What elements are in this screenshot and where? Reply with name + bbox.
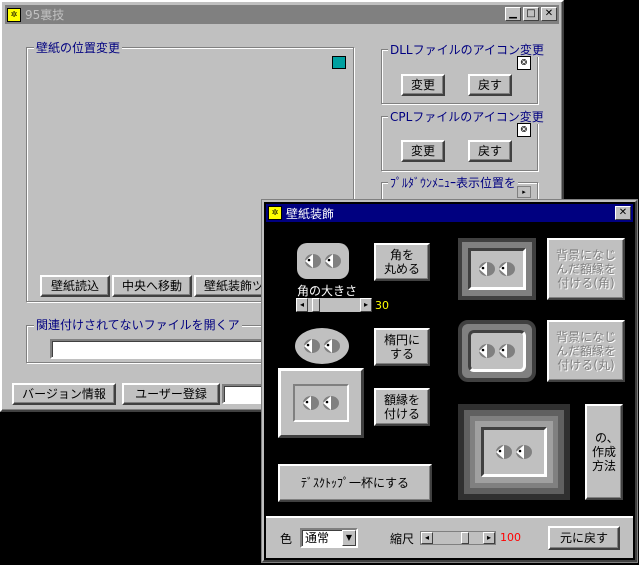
dll-back-button[interactable]: 戻す [468, 74, 512, 96]
corner-size-label: 角の大きさ [297, 284, 358, 298]
fish-icon [479, 344, 495, 358]
fish-icon [499, 262, 515, 276]
bg-frame-round-button[interactable]: 背景になじ んだ額縁を 付ける(丸) [547, 320, 625, 382]
round-corner-preview [297, 243, 349, 279]
fish-icon [499, 344, 515, 358]
chevron-down-icon[interactable]: ▼ [342, 530, 356, 546]
frame-preview [278, 368, 364, 438]
oval-preview [295, 328, 349, 364]
reset-button[interactable]: 元に戻す [548, 526, 620, 550]
oval-button[interactable]: 楕円に する [374, 328, 430, 366]
howto-button[interactable]: の､ 作成 方法 [585, 404, 623, 500]
scale-label: 縮尺 [390, 532, 415, 546]
decor-close-icon[interactable]: ✕ [615, 206, 631, 220]
main-title: 95裏技 [25, 8, 65, 22]
cpl-change-button[interactable]: 変更 [401, 140, 445, 162]
dll-group-label: DLLファイルのアイコン変更 [388, 43, 547, 57]
dll-change-button[interactable]: 変更 [401, 74, 445, 96]
app-icon: ✲ [7, 7, 21, 22]
fish-icon [516, 445, 532, 459]
scale-slider[interactable]: ◂ ▸ [420, 531, 496, 545]
bg-frame-round-preview [458, 320, 536, 382]
decor-toolbar: 色 通常 ▼ 縮尺 ◂ ▸ 100 元に戻す [266, 516, 633, 558]
desktop-fill-button[interactable]: ﾃﾞｽｸﾄｯﾌﾟ一杯にする [278, 464, 432, 502]
scale-right-arrow-icon[interactable]: ▸ [483, 532, 495, 544]
slider-thumb[interactable] [312, 298, 320, 312]
pulldown-spin-icon[interactable]: ▸ [517, 186, 531, 198]
color-select[interactable]: 通常 ▼ [300, 528, 358, 548]
cpl-file-icon[interactable]: ❂ [517, 123, 531, 137]
fish-icon [479, 262, 495, 276]
decor-app-icon: ✲ [268, 206, 282, 220]
bg-frame-corner-inner [468, 248, 526, 290]
fish-icon [304, 339, 320, 353]
round-corner-button[interactable]: 角を 丸める [374, 243, 430, 281]
bg-frame-corner-button[interactable]: 背景になじ んだ額縁を 付ける(角) [547, 238, 625, 300]
bg-frame-large-mid [470, 416, 558, 488]
bg-frame-large-inner [481, 427, 547, 477]
version-info-button[interactable]: バージョン情報 [12, 383, 116, 405]
scale-left-arrow-icon[interactable]: ◂ [421, 532, 433, 544]
center-move-button[interactable]: 中央へ移動 [112, 275, 192, 297]
main-titlebar[interactable]: ✲ 95裏技 ▁ □ ✕ [5, 5, 559, 24]
scale-value: 100 [500, 531, 521, 544]
fish-icon [325, 254, 341, 268]
scale-thumb[interactable] [461, 532, 469, 544]
bg-frame-round-inner [468, 330, 526, 372]
maximize-icon[interactable]: □ [523, 7, 539, 21]
corner-size-value: 30 [375, 299, 389, 312]
open-file-group-label: 関連付けされてないファイルを開くア [34, 318, 242, 332]
decor-titlebar[interactable]: ✲ 壁紙装飾 ✕ [266, 204, 633, 222]
corner-size-slider[interactable]: ◂ ▸ [296, 298, 372, 312]
cpl-back-button[interactable]: 戻す [468, 140, 512, 162]
bg-frame-large-preview [458, 404, 570, 500]
open-file-input[interactable] [50, 339, 280, 359]
frame-preview-inner [293, 384, 349, 422]
pulldown-group-label: ﾌﾟﾙﾀﾞｳﾝﾒﾆｭｰ表示位置を [388, 176, 519, 190]
user-register-button[interactable]: ユーザー登録 [122, 383, 220, 405]
monitor-icon[interactable] [332, 56, 346, 69]
fish-icon [303, 396, 319, 410]
fish-icon [323, 396, 339, 410]
minimize-icon[interactable]: ▁ [505, 7, 521, 21]
decor-window: ✲ 壁紙装飾 ✕ 角を 丸める 角の大きさ ◂ ▸ 30 楕円に する 額縁を … [262, 200, 637, 562]
color-select-value: 通常 [305, 531, 330, 545]
color-label: 色 [280, 532, 293, 546]
fish-icon [324, 339, 340, 353]
frame-button[interactable]: 額縁を 付ける [374, 388, 430, 426]
bg-frame-corner-preview [458, 238, 536, 300]
fish-icon [496, 445, 512, 459]
load-wallpaper-button[interactable]: 壁紙読込 [40, 275, 110, 297]
slider-right-arrow-icon[interactable]: ▸ [360, 298, 372, 312]
close-icon[interactable]: ✕ [541, 7, 557, 21]
cpl-group-label: CPLファイルのアイコン変更 [388, 110, 546, 124]
wallpaper-group-label: 壁紙の位置変更 [34, 41, 123, 55]
dll-file-icon[interactable]: ❂ [517, 56, 531, 70]
fish-icon [305, 254, 321, 268]
decor-title: 壁紙装飾 [286, 206, 335, 221]
slider-left-arrow-icon[interactable]: ◂ [296, 298, 308, 312]
